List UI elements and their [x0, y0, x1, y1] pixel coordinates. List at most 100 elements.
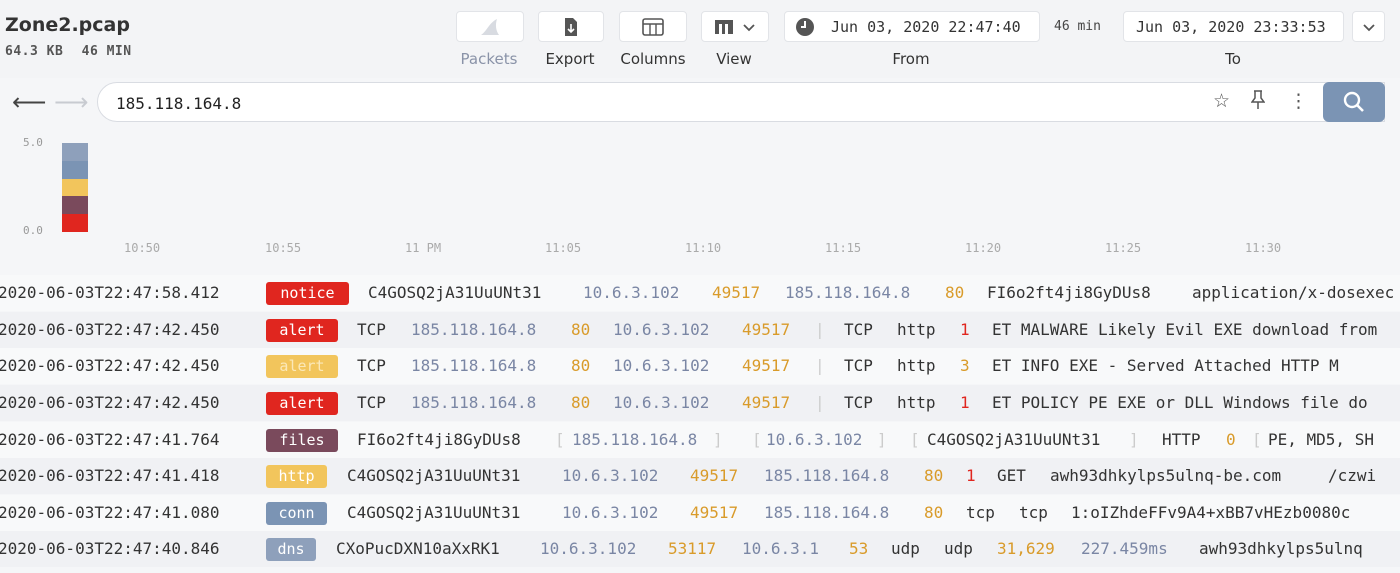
file-id[interactable]: FI6o2ft4ji8GyDUs8 [357, 430, 521, 449]
protocol[interactable]: TCP [357, 320, 386, 339]
resp-port[interactable]: 80 [945, 283, 964, 302]
orig-port[interactable]: 49517 [690, 503, 738, 522]
app-proto[interactable]: http [897, 356, 936, 375]
to-date-picker[interactable]: Jun 03, 2020 23:33:53 [1123, 11, 1344, 42]
event-type-badge[interactable]: files [266, 429, 338, 452]
query[interactable]: awh93dhkylps5ulnq [1199, 539, 1363, 558]
signature[interactable]: ET INFO EXE - Served Attached HTTP M [992, 356, 1339, 375]
src-port[interactable]: 80 [571, 393, 590, 412]
event-type-badge[interactable]: dns [266, 538, 316, 561]
table-row[interactable]: 2020-06-03T22:47:41.418 http C4GOSQ2jA31… [0, 458, 1400, 494]
dest-ip[interactable]: 10.6.3.102 [613, 393, 709, 412]
resp-ip[interactable]: 185.118.164.8 [764, 466, 889, 485]
orig-ip[interactable]: 10.6.3.102 [540, 539, 636, 558]
file-id[interactable]: FI6o2ft4ji8GyDUs8 [987, 283, 1151, 302]
histogram-bar-segment[interactable] [62, 160, 88, 179]
dest-port[interactable]: 49517 [742, 320, 790, 339]
src-port[interactable]: 80 [571, 356, 590, 375]
dest-port[interactable]: 49517 [742, 356, 790, 375]
src-ip[interactable]: 185.118.164.8 [411, 320, 536, 339]
time-options-dropdown[interactable] [1352, 11, 1385, 42]
resp-ip[interactable]: 185.118.164.8 [764, 503, 889, 522]
export-button[interactable] [538, 11, 604, 42]
trans-depth[interactable]: 1 [966, 466, 976, 485]
search-input[interactable] [116, 92, 1116, 114]
orig-port[interactable]: 49517 [712, 283, 760, 302]
back-arrow-icon[interactable]: ⟵ [12, 88, 46, 116]
resp-ip[interactable]: 10.6.3.1 [742, 539, 819, 558]
event-type-badge[interactable]: notice [266, 282, 349, 305]
orig-ip[interactable]: 10.6.3.102 [583, 283, 679, 302]
event-type-badge[interactable]: alert [266, 355, 338, 378]
uid[interactable]: CXoPucDXN10aXxRK1 [336, 539, 500, 558]
more-options-icon[interactable]: ⋮ [1289, 90, 1308, 112]
uid[interactable]: C4GOSQ2jA31UuUNt31 [368, 283, 541, 302]
dest-ip[interactable]: 10.6.3.102 [613, 320, 709, 339]
dest-port[interactable]: 49517 [742, 393, 790, 412]
source[interactable]: HTTP [1162, 430, 1201, 449]
pin-icon[interactable] [1250, 90, 1266, 115]
depth[interactable]: 0 [1226, 430, 1236, 449]
histogram-bar-segment[interactable] [62, 143, 88, 161]
proto[interactable]: tcp [966, 503, 995, 522]
src-ip[interactable]: 185.118.164.8 [411, 393, 536, 412]
orig-ip[interactable]: 10.6.3.102 [562, 503, 658, 522]
orig-port[interactable]: 53117 [668, 539, 716, 558]
table-row[interactable]: 2020-06-03T22:47:41.080 conn C4GOSQ2jA31… [0, 495, 1400, 531]
rx-host[interactable]: 10.6.3.102 [766, 430, 862, 449]
tx-host[interactable]: 185.118.164.8 [572, 430, 697, 449]
uid[interactable]: C4GOSQ2jA31UuUNt31 [347, 466, 520, 485]
resp-ip[interactable]: 185.118.164.8 [785, 283, 910, 302]
proto[interactable]: udp [891, 539, 920, 558]
table-row[interactable]: 2020-06-03T22:47:41.764 files FI6o2ft4ji… [0, 422, 1400, 458]
event-type-badge[interactable]: conn [266, 502, 327, 525]
star-icon[interactable]: ☆ [1213, 90, 1230, 112]
from-date-picker[interactable]: Jun 03, 2020 22:47:40 [784, 11, 1040, 42]
table-row[interactable]: 2020-06-03T22:47:58.412 notice C4GOSQ2jA… [0, 275, 1400, 311]
signature[interactable]: ET POLICY PE EXE or DLL Windows file do [992, 393, 1368, 412]
event-type-badge[interactable]: alert [266, 319, 338, 342]
search-button[interactable] [1323, 82, 1385, 122]
columns-button[interactable] [619, 11, 687, 42]
host[interactable]: awh93dhkylps5ulnq-be.com [1050, 466, 1281, 485]
view-dropdown[interactable] [701, 11, 769, 42]
histogram-bar-segment[interactable] [62, 178, 88, 197]
src-ip[interactable]: 185.118.164.8 [411, 356, 536, 375]
transport[interactable]: TCP [844, 393, 873, 412]
transport[interactable]: TCP [844, 320, 873, 339]
uri[interactable]: /czwi [1328, 466, 1376, 485]
table-row[interactable]: 2020-06-03T22:47:42.450 alert TCP 185.11… [0, 312, 1400, 348]
severity[interactable]: 1 [960, 393, 970, 412]
dest-ip[interactable]: 10.6.3.102 [613, 356, 709, 375]
conn-uid[interactable]: C4GOSQ2jA31UuUNt31 [927, 430, 1100, 449]
event-type-badge[interactable]: http [266, 465, 327, 488]
src-port[interactable]: 80 [571, 320, 590, 339]
app-proto[interactable]: http [897, 393, 936, 412]
table-row[interactable]: 2020-06-03T22:47:42.450 alert TCP 185.11… [0, 385, 1400, 421]
community-id[interactable]: 1:oIZhdeFFv9A4+xBB7vHEzb0080c [1071, 503, 1350, 522]
rtt[interactable]: 227.459ms [1081, 539, 1168, 558]
orig-ip[interactable]: 10.6.3.102 [562, 466, 658, 485]
resp-port[interactable]: 80 [924, 503, 943, 522]
uid[interactable]: C4GOSQ2jA31UuUNt31 [347, 503, 520, 522]
method[interactable]: GET [997, 466, 1026, 485]
severity[interactable]: 1 [960, 320, 970, 339]
trans-id[interactable]: 31,629 [997, 539, 1055, 558]
service[interactable]: tcp [1019, 503, 1048, 522]
resp-port[interactable]: 80 [924, 466, 943, 485]
table-row[interactable]: 2020-06-03T22:47:42.450 alert TCP 185.11… [0, 348, 1400, 384]
signature[interactable]: ET MALWARE Likely Evil EXE download from [992, 320, 1377, 339]
histogram-bar-segment[interactable] [62, 214, 88, 232]
histogram-bar-segment[interactable] [62, 196, 88, 215]
protocol[interactable]: TCP [357, 356, 386, 375]
mime-type[interactable]: application/x-dosexec [1192, 283, 1394, 302]
event-type-badge[interactable]: alert [266, 392, 338, 415]
orig-port[interactable]: 49517 [690, 466, 738, 485]
app-proto[interactable]: http [897, 320, 936, 339]
analyzers[interactable]: PE, MD5, SH [1268, 430, 1374, 449]
transport[interactable]: TCP [844, 356, 873, 375]
forward-arrow-icon[interactable]: ⟶ [54, 88, 88, 116]
severity[interactable]: 3 [960, 356, 970, 375]
table-row[interactable]: 2020-06-03T22:47:40.846 dns CXoPucDXN10a… [0, 531, 1400, 567]
service[interactable]: udp [944, 539, 973, 558]
